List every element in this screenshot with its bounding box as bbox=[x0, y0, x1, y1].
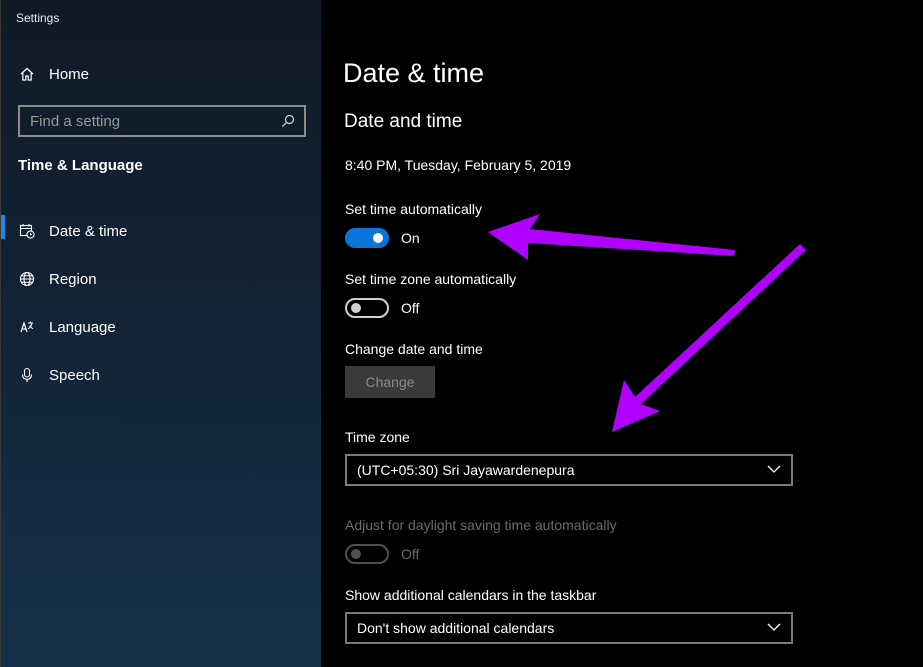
set-time-auto-toggle[interactable] bbox=[345, 228, 389, 248]
sidebar-item-region[interactable]: Region bbox=[1, 255, 322, 303]
section-subhead: Date and time bbox=[344, 111, 463, 132]
page-title: Date & time bbox=[343, 58, 485, 88]
time-zone-label: Time zone bbox=[345, 429, 410, 445]
search-input[interactable]: Find a setting bbox=[18, 105, 306, 137]
sidebar-nav: Date & time Region Language Speech bbox=[1, 207, 322, 399]
change-button[interactable]: Change bbox=[345, 366, 435, 398]
home-icon bbox=[19, 66, 35, 82]
chevron-down-icon bbox=[767, 461, 781, 479]
search-placeholder: Find a setting bbox=[30, 112, 121, 130]
set-tz-auto-label: Set time zone automatically bbox=[345, 271, 517, 287]
set-time-auto-label: Set time automatically bbox=[345, 201, 482, 217]
calendar-clock-icon bbox=[19, 223, 35, 239]
calendars-value: Don't show additional calendars bbox=[357, 620, 555, 636]
window-title: Settings bbox=[16, 11, 60, 25]
sidebar-item-speech[interactable]: Speech bbox=[1, 351, 322, 399]
calendars-label: Show additional calendars in the taskbar bbox=[345, 587, 597, 603]
sidebar: Settings Home Find a setting Time & Lang… bbox=[0, 0, 321, 667]
sidebar-item-label: Region bbox=[49, 270, 97, 288]
main-panel: Date & time Date and time 8:40 PM, Tuesd… bbox=[321, 0, 923, 667]
chevron-down-icon bbox=[767, 619, 781, 637]
search-icon[interactable] bbox=[280, 113, 296, 129]
sidebar-item-label: Date & time bbox=[49, 222, 128, 240]
home-label: Home bbox=[49, 65, 90, 83]
language-icon bbox=[19, 319, 35, 335]
home-button[interactable]: Home bbox=[1, 56, 322, 92]
microphone-icon bbox=[19, 367, 35, 383]
section-title: Time & Language bbox=[18, 157, 143, 174]
sidebar-item-label: Speech bbox=[49, 366, 100, 384]
sidebar-item-label: Language bbox=[49, 318, 116, 336]
sidebar-item-language[interactable]: Language bbox=[1, 303, 322, 351]
toggle-knob bbox=[351, 549, 361, 559]
toggle-knob bbox=[373, 233, 383, 243]
dst-label: Adjust for daylight saving time automati… bbox=[345, 517, 617, 533]
set-time-auto-state: On bbox=[401, 230, 420, 246]
time-zone-dropdown[interactable]: (UTC+05:30) Sri Jayawardenepura bbox=[345, 454, 793, 486]
globe-icon bbox=[19, 271, 35, 287]
set-tz-auto-state: Off bbox=[401, 300, 420, 316]
toggle-knob bbox=[351, 303, 361, 313]
change-date-label: Change date and time bbox=[345, 341, 483, 357]
dst-toggle[interactable] bbox=[345, 544, 389, 564]
sidebar-item-date-time[interactable]: Date & time bbox=[1, 207, 322, 255]
set-tz-auto-toggle[interactable] bbox=[345, 298, 389, 318]
current-date-time: 8:40 PM, Tuesday, February 5, 2019 bbox=[345, 157, 572, 173]
calendars-dropdown[interactable]: Don't show additional calendars bbox=[345, 612, 793, 644]
set-tz-auto-row: Off bbox=[345, 298, 419, 318]
set-time-auto-row: On bbox=[345, 228, 420, 248]
dst-row: Off bbox=[345, 544, 419, 564]
time-zone-value: (UTC+05:30) Sri Jayawardenepura bbox=[357, 462, 575, 478]
dst-state: Off bbox=[401, 546, 420, 562]
